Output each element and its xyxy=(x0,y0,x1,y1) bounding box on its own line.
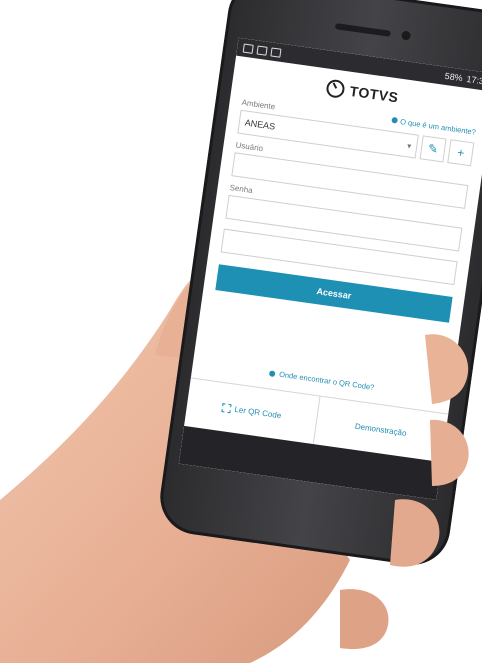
add-icon: + xyxy=(456,145,466,161)
edit-ambiente-button[interactable]: ✎ xyxy=(419,135,447,163)
notification-icon xyxy=(270,46,282,58)
clock: 17:33 xyxy=(465,73,482,87)
battery-text: 58% xyxy=(444,70,464,84)
help-icon xyxy=(268,369,276,377)
ler-qr-label: Ler QR Code xyxy=(233,404,282,420)
help-icon xyxy=(390,116,398,124)
add-ambiente-button[interactable]: + xyxy=(447,139,475,167)
ambiente-label: Ambiente xyxy=(241,97,276,112)
notification-icon xyxy=(256,44,268,56)
login-form: Ambiente O que é um ambiente? ANEAS ▾ ✎ … xyxy=(192,83,482,402)
chevron-down-icon: ▾ xyxy=(406,140,412,151)
qr-icon xyxy=(221,402,232,413)
demo-label: Demonstração xyxy=(354,421,408,438)
ambiente-value: ANEAS xyxy=(244,117,276,132)
edit-icon: ✎ xyxy=(427,141,440,157)
photo-scene: 58% 17:33 TOTVS Ambiente O que é um ambi… xyxy=(0,0,482,663)
notification-icon xyxy=(242,43,254,54)
qr-help-text: Onde encontrar o QR Code? xyxy=(278,369,375,392)
